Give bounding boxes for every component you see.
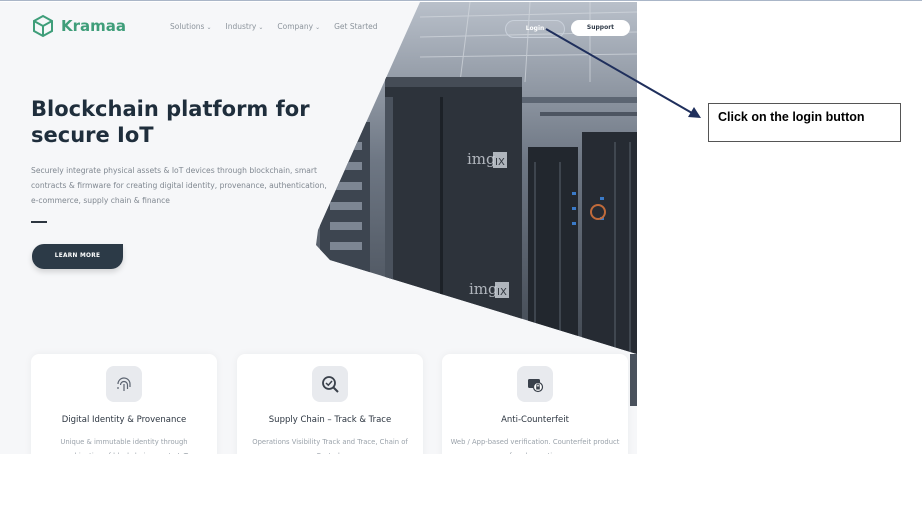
fingerprint-icon	[106, 366, 142, 402]
chevron-down-icon: ⌄	[315, 24, 321, 31]
card-description: Web / App-based verification. Counterfei…	[450, 438, 620, 454]
svg-text:IX: IX	[495, 157, 505, 168]
brand-name: Kramaa	[61, 17, 127, 35]
nav-item-company[interactable]: Company ⌄	[277, 22, 320, 31]
website-screenshot: img IX img IX Kramaa Solutions ⌄ Industr…	[0, 2, 637, 454]
support-button[interactable]: Support	[571, 20, 630, 36]
card-title: Anti-Counterfeit	[501, 415, 569, 425]
cube-logo-icon	[33, 14, 53, 38]
feature-card-anti-counterfeit[interactable]: Anti-Counterfeit Web / App-based verific…	[442, 354, 628, 454]
nav-item-industry[interactable]: Industry ⌄	[226, 22, 264, 31]
kramaa-logo[interactable]: Kramaa	[31, 14, 126, 38]
nav-item-get-started[interactable]: Get Started	[334, 22, 377, 31]
instruction-callout: Click on the login button	[708, 103, 901, 142]
search-check-icon	[312, 366, 348, 402]
nav-label: Get Started	[334, 22, 378, 31]
hero-headline: Blockchain platform for secure IoT	[31, 97, 310, 147]
card-title: Digital Identity & Provenance	[61, 415, 187, 425]
chevron-down-icon: ⌄	[258, 24, 264, 31]
hero-divider	[31, 221, 47, 223]
hero-subtext: Securely integrate physical assets & IoT…	[31, 166, 327, 205]
feature-card-digital-identity[interactable]: Digital Identity & Provenance Unique & i…	[31, 354, 217, 454]
top-divider	[0, 0, 922, 1]
svg-text:img: img	[469, 280, 498, 298]
shield-lock-icon	[517, 366, 553, 402]
main-nav: Solutions ⌄ Industry ⌄ Company ⌄ Get Starte…	[170, 22, 392, 31]
chevron-down-icon: ⌄	[206, 24, 212, 31]
login-button[interactable]: Login	[505, 20, 565, 38]
svg-text:img: img	[467, 150, 496, 168]
svg-text:IX: IX	[497, 287, 507, 298]
card-description: Operations Visibility Track and Trace, C…	[252, 438, 408, 454]
feature-card-supply-chain[interactable]: Supply Chain – Track & Trace Operations …	[237, 354, 423, 454]
card-description: Unique & immutable identity through comb…	[60, 438, 188, 454]
callout-text: Click on the login button	[718, 110, 865, 124]
nav-label: Industry	[225, 22, 257, 31]
learn-more-button[interactable]: LEARN MORE	[32, 244, 123, 269]
nav-label: Company	[277, 22, 314, 31]
nav-item-solutions[interactable]: Solutions ⌄	[170, 22, 212, 31]
nav-label: Solutions	[170, 22, 205, 31]
card-title: Supply Chain – Track & Trace	[268, 415, 392, 425]
